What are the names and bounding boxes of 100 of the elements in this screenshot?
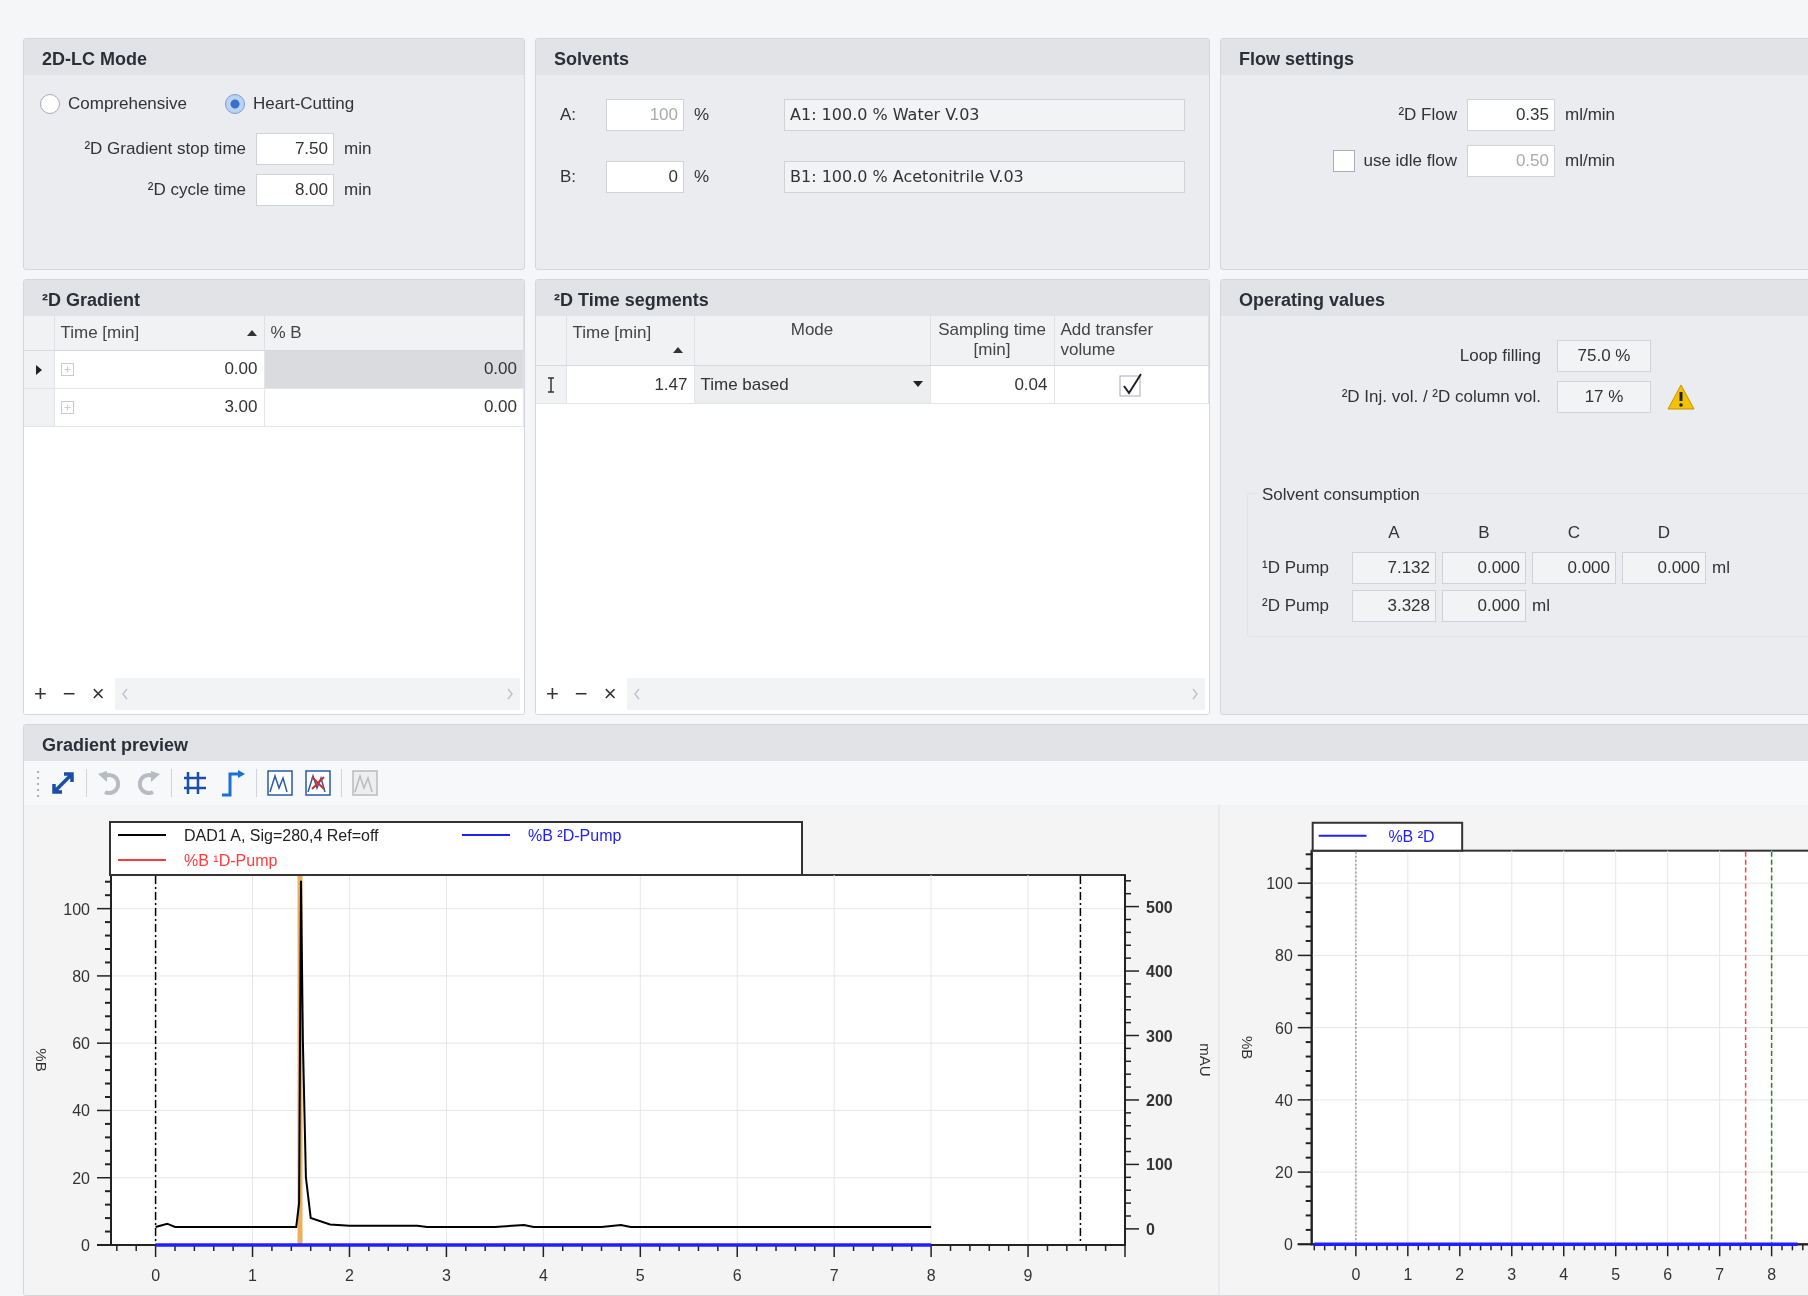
legend-label: DAD1 A, Sig=280,4 Ref=off (184, 827, 379, 844)
table-cell: 0.00 (264, 388, 524, 426)
panel-title: Gradient preview (24, 725, 1808, 761)
tick-label: 20 (72, 1169, 90, 1187)
tick-label: 0 (1146, 1220, 1155, 1238)
tick-label: 5 (1611, 1266, 1621, 1284)
tick-label: 8 (1767, 1266, 1777, 1284)
value-field: 7.132 (1352, 551, 1436, 584)
column-header[interactable]: Sampling time [min] (930, 316, 1054, 366)
panel-title: 2D-LC Mode (24, 39, 524, 75)
axis-label: mAU (1197, 1043, 1214, 1077)
header-label: Time [min] (60, 322, 140, 344)
solvent-name-field: A1: 100.0 % Water V.03 (784, 99, 1185, 131)
field-label: ²D Inj. vol. / ²D column vol. (1340, 386, 1541, 409)
add-row-button[interactable]: + (540, 681, 565, 707)
scroll-left-icon[interactable] (120, 688, 129, 700)
unit-label: % (694, 104, 711, 127)
tick-label: 7 (1715, 1266, 1725, 1284)
radio-button[interactable] (40, 93, 60, 114)
table-cell: 0.00 (264, 350, 524, 388)
expand-icon[interactable] (60, 400, 74, 414)
horizontal-scrollbar[interactable] (626, 678, 1205, 710)
solvent-name-field: B1: 100.0 % Acetonitrile V.03 (784, 161, 1185, 193)
input-field[interactable]: 8.00 (256, 173, 334, 206)
grip-icon (36, 768, 40, 798)
value-field: 0.000 (1622, 551, 1706, 584)
expand-icon[interactable] (60, 362, 74, 376)
column-header[interactable]: Time [min] (54, 316, 264, 350)
legend-label: %B ¹D-Pump (184, 852, 278, 869)
column-label: A (1387, 522, 1401, 544)
axis-label: %B (1238, 1035, 1256, 1060)
value-field: 17 % (1557, 381, 1651, 413)
input-field[interactable]: 0.35 (1467, 99, 1555, 131)
radio-button[interactable] (225, 93, 246, 114)
value-field: 75.0 % (1557, 340, 1651, 372)
remove-row-button[interactable]: − (568, 681, 594, 707)
chart-icon[interactable] (265, 768, 295, 798)
field-label: ²D cycle time (146, 178, 246, 201)
radio-label: Comprehensive (68, 93, 188, 115)
delete-row-button[interactable]: × (85, 681, 111, 707)
tick-label: 80 (72, 967, 90, 985)
tick-label: 8 (926, 1267, 936, 1284)
unit-label: min (344, 178, 373, 201)
panel-title: ²D Gradient (24, 280, 524, 316)
value-field: 0.000 (1442, 551, 1526, 584)
chart-remove-icon[interactable] (303, 768, 333, 798)
column-header[interactable]: % B (264, 316, 524, 350)
table-cell: 1.47 (566, 365, 694, 404)
value-field: 0.000 (1532, 551, 1616, 584)
header-label: Time [min] (572, 322, 653, 344)
tick-label: 80 (1275, 947, 1293, 965)
field-label: Loop filling (1458, 345, 1541, 368)
tick-label: 100 (1146, 1156, 1173, 1174)
scroll-right-icon[interactable] (506, 688, 514, 700)
tick-label: 6 (732, 1267, 742, 1284)
edit-row-icon (545, 377, 556, 394)
column-header[interactable]: Add transfer volume (1054, 316, 1209, 366)
radio-label: Heart-Cutting (253, 93, 355, 115)
column-label: C (1566, 522, 1582, 544)
unit-label: % (694, 166, 711, 189)
tick-label: 20 (1275, 1164, 1293, 1182)
tick-label: 60 (1275, 1019, 1293, 1037)
tick-label: 400 (1146, 963, 1173, 981)
cell-value: 3.00 (224, 396, 258, 419)
current-row-icon (34, 363, 43, 376)
panel-title: Solvents (536, 39, 1209, 75)
tick-label: 60 (72, 1035, 90, 1053)
unit-label: ml/min (1565, 104, 1617, 127)
column-header[interactable]: Time [min] (566, 316, 694, 366)
scroll-left-icon[interactable] (632, 688, 641, 700)
tick-label: 0 (151, 1267, 161, 1284)
field-label: ²D Flow (1397, 104, 1457, 127)
unit-label: ml/min (1565, 150, 1617, 173)
tick-label: 100 (63, 900, 90, 918)
field-label: ²D Gradient stop time (83, 137, 246, 160)
checkbox[interactable] (1119, 373, 1144, 398)
input-field[interactable]: 0 (606, 161, 684, 193)
checkbox-label: use idle flow (1363, 150, 1457, 173)
tick-label: 4 (538, 1267, 548, 1284)
tick-label: 40 (1275, 1091, 1293, 1109)
field-label: A: (560, 104, 578, 127)
tick-label: 300 (1146, 1027, 1173, 1045)
remove-row-button[interactable]: − (56, 681, 82, 707)
tick-label: 40 (72, 1102, 90, 1120)
tick-label: 9 (1023, 1267, 1033, 1284)
tick-label: 0 (81, 1237, 90, 1254)
column-header[interactable]: Mode (694, 316, 930, 366)
cell-value: 0.00 (224, 358, 258, 381)
delete-row-button[interactable]: × (597, 681, 623, 707)
add-row-button[interactable]: + (28, 681, 53, 707)
tick-label: 4 (1559, 1266, 1569, 1284)
horizontal-scrollbar[interactable] (114, 678, 520, 710)
tick-label: 1 (1403, 1266, 1413, 1284)
mode-dropdown[interactable]: Time based (694, 365, 930, 403)
tick-label: 100 (1266, 875, 1293, 893)
tick-label: 0 (1283, 1236, 1293, 1254)
scroll-right-icon[interactable] (1191, 688, 1199, 700)
tick-label: 1 (248, 1267, 257, 1284)
value-field: 3.328 (1352, 589, 1436, 622)
input-field[interactable]: 7.50 (256, 132, 334, 165)
